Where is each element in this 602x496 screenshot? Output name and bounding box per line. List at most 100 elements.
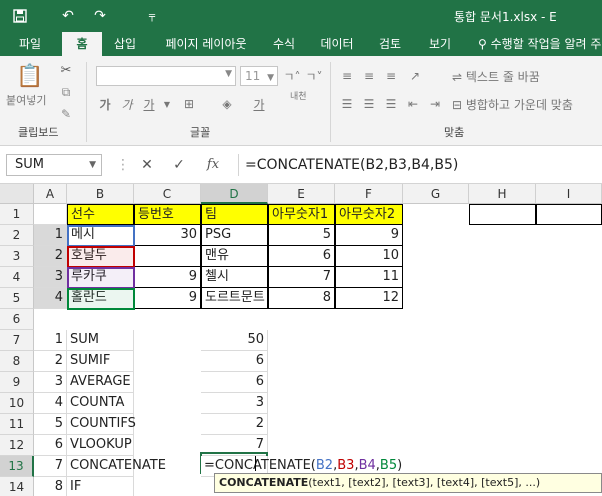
customize-icon[interactable]: ╤ [142,6,162,26]
cell-h1[interactable] [469,204,536,225]
cell-a2[interactable]: 1 [34,225,67,246]
tab-view[interactable]: 보기 [414,32,466,56]
save-icon[interactable] [10,6,30,26]
tab-data[interactable]: 데이터 [308,32,366,56]
cell-d7[interactable]: 50 [201,330,268,351]
cell-b10[interactable]: COUNTA [67,393,134,414]
cell-a9[interactable]: 3 [34,372,67,393]
formula-input[interactable]: =CONCATENATE(B2,B3,B4,B5) [238,154,602,176]
cell-b11[interactable]: COUNTIFS [67,414,136,435]
column-header[interactable]: H [469,184,536,204]
cell-c4[interactable]: 9 [134,267,201,288]
align-left-icon[interactable]: ☰ [338,94,356,114]
cell-b4[interactable]: 루카쿠 [67,267,134,288]
cell-b14[interactable]: IF [67,477,134,496]
row-header[interactable]: 8 [0,351,34,372]
cell-c5[interactable]: 9 [134,288,201,309]
cell-i1[interactable] [536,204,602,225]
cell-b9[interactable]: AVERAGE [67,372,134,393]
increase-indent-icon[interactable]: ⇥ [426,94,444,114]
spreadsheet-grid[interactable]: A B C D E F G H I 1 2 3 4 5 6 7 8 9 10 1… [0,184,602,496]
cell-d2[interactable]: PSG [201,225,268,246]
chevron-down-icon[interactable]: ▼ [162,94,172,114]
tab-insert[interactable]: 삽입 [102,32,148,56]
redo-icon[interactable]: ↷ [90,6,110,26]
increase-font-icon[interactable]: ㄱ˄ [282,66,302,86]
align-top-icon[interactable]: ≡ [338,66,356,86]
column-header[interactable]: F [335,184,403,204]
copy-icon[interactable]: ⧉ [56,82,76,102]
cell-e1[interactable]: 아무숫자1 [268,204,335,225]
cell-a3[interactable]: 2 [34,246,67,267]
cell-d1[interactable]: 팀 [201,204,268,225]
decrease-indent-icon[interactable]: ⇤ [404,94,422,114]
cell-a11[interactable]: 5 [34,414,67,435]
row-header[interactable]: 11 [0,414,34,435]
cell-f4[interactable]: 11 [335,267,403,288]
cell-b5[interactable]: 홀란드 [67,288,134,309]
font-color-icon[interactable]: 가 [248,94,270,114]
cell-a5[interactable]: 4 [34,288,67,309]
cell-d10[interactable]: 3 [201,393,268,414]
cell-e5[interactable]: 8 [268,288,335,309]
insert-function-button[interactable]: fx [200,154,226,176]
tab-formulas[interactable]: 수식 [262,32,306,56]
format-painter-icon[interactable]: ✎ [56,104,76,124]
row-header[interactable]: 1 [0,204,34,225]
row-header[interactable]: 13 [0,456,34,477]
cell-a7[interactable]: 1 [34,330,67,351]
cell-c1[interactable]: 등번호 [134,204,201,225]
row-header[interactable]: 14 [0,477,34,496]
chevron-down-icon[interactable]: ▼ [89,155,96,175]
row-header[interactable]: 12 [0,435,34,456]
column-header[interactable]: A [34,184,67,204]
cell-d11[interactable]: 2 [201,414,268,435]
column-header[interactable]: D [201,184,268,204]
row-header[interactable]: 9 [0,372,34,393]
underline-button[interactable]: 가 [140,94,158,114]
phonetic-button[interactable]: 내천 [290,92,307,102]
tooltip-function-name[interactable]: CONCATENATE [219,476,308,489]
cell-a4[interactable]: 3 [34,267,67,288]
row-header[interactable]: 4 [0,267,34,288]
cell-b8[interactable]: SUMIF [67,351,134,372]
cell-b1[interactable]: 선수 [67,204,134,225]
tab-page-layout[interactable]: 페이지 레이아웃 [150,32,262,56]
cell-b7[interactable]: SUM [67,330,134,351]
align-middle-icon[interactable]: ≡ [360,66,378,86]
cell-d3[interactable]: 맨유 [201,246,268,267]
row-header[interactable]: 2 [0,225,34,246]
cell-f3[interactable]: 10 [335,246,403,267]
column-header[interactable]: C [134,184,201,204]
font-name-combo[interactable]: ▼ [96,66,236,86]
row-header[interactable]: 6 [0,309,34,330]
row-header[interactable]: 3 [0,246,34,267]
column-header[interactable]: I [536,184,602,204]
cell-d12[interactable]: 7 [201,435,268,456]
cell-b13[interactable]: CONCATENATE [67,456,166,477]
wrap-text-button[interactable]: ⇌ 텍스트 줄 바꿈 [452,68,540,85]
row-header[interactable]: 5 [0,288,34,309]
name-box[interactable]: SUM ▼ [6,154,102,176]
orientation-icon[interactable]: ↗ [404,66,426,86]
cell-f1[interactable]: 아무숫자2 [335,204,403,225]
tab-home[interactable]: 홈 [62,32,102,56]
borders-icon[interactable]: ⊞ [178,94,200,114]
cell-a14[interactable]: 8 [34,477,67,496]
align-center-icon[interactable]: ☰ [360,94,378,114]
cell-e2[interactable]: 5 [268,225,335,246]
cell-c3[interactable] [134,246,201,267]
enter-button[interactable]: ✓ [166,154,192,176]
cut-icon[interactable]: ✂ [56,60,76,80]
cell-d4[interactable]: 첼시 [201,267,268,288]
column-header[interactable]: G [403,184,469,204]
cell-e4[interactable]: 7 [268,267,335,288]
cell-a12[interactable]: 6 [34,435,67,456]
formula-bar-grip[interactable]: ⋮ [116,154,130,176]
align-bottom-icon[interactable]: ≡ [382,66,400,86]
paste-label[interactable]: 붙여넣기 [6,92,46,108]
cell-f5[interactable]: 12 [335,288,403,309]
cell-d5[interactable]: 도르트문트 [201,288,268,309]
cell-a10[interactable]: 4 [34,393,67,414]
cell-b3[interactable]: 호날두 [67,246,134,267]
